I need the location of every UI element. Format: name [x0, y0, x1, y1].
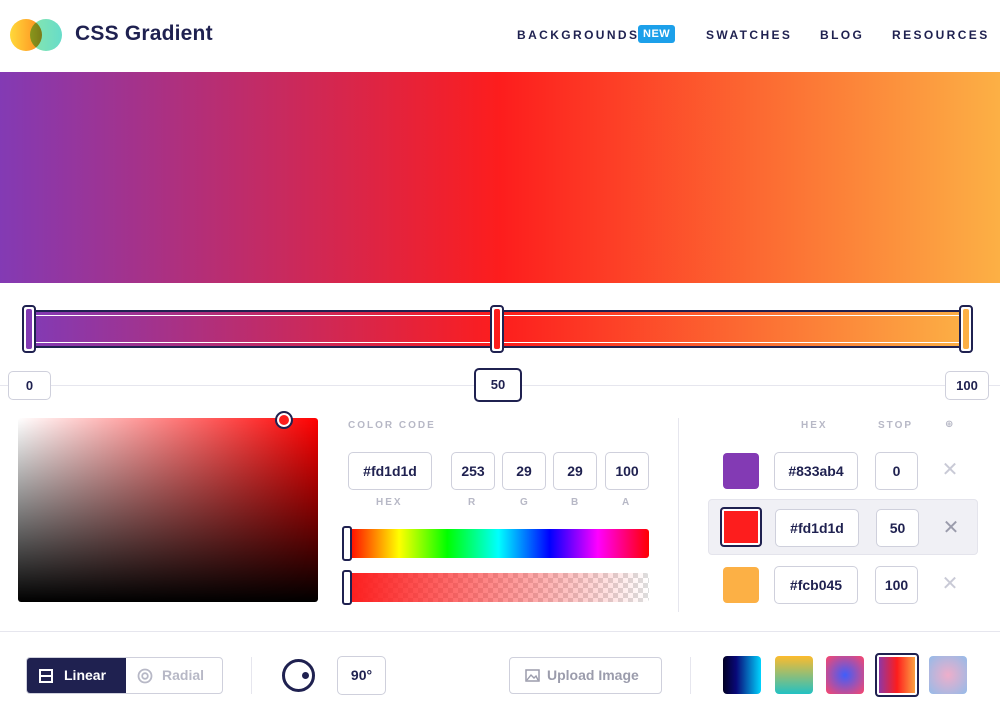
a-input[interactable]: 100 [605, 452, 649, 490]
hue-slider[interactable] [348, 529, 649, 558]
preset-gradient[interactable] [775, 656, 813, 694]
preset-gradient[interactable] [929, 656, 967, 694]
separator [251, 657, 252, 694]
new-badge: NEW [638, 25, 676, 43]
remove-stop-icon[interactable]: ✕ [940, 572, 960, 596]
stop-position-50[interactable]: 50 [474, 368, 522, 402]
g-input[interactable]: 29 [502, 452, 546, 490]
r-input[interactable]: 253 [451, 452, 495, 490]
preset-gradient[interactable] [723, 656, 761, 694]
radial-icon [137, 668, 153, 684]
remove-stop-icon[interactable]: ✕ [941, 516, 961, 540]
preset-gradient-active[interactable] [875, 653, 919, 697]
stops-hex-header: HEX [801, 420, 828, 431]
stops-stop-header: STOP [878, 420, 914, 431]
dial-dot [302, 672, 309, 679]
nav-swatches[interactable]: SWATCHES [706, 28, 792, 42]
stop-swatch[interactable] [720, 507, 762, 547]
separator [690, 657, 691, 694]
saturation-value-picker[interactable] [18, 418, 318, 602]
linear-icon [39, 669, 53, 683]
stop-hex-input[interactable]: #833ab4 [774, 452, 858, 490]
alpha-slider-handle[interactable] [342, 570, 352, 605]
nav-resources[interactable]: RESOURCES [892, 28, 990, 42]
gradient-type-toggle: Linear Radial [26, 657, 223, 694]
stop-row: #fcb045 100 ✕ [708, 556, 978, 612]
color-code-label: COLOR CODE [348, 420, 436, 431]
radial-label: Radial [162, 667, 205, 683]
linear-label: Linear [64, 667, 107, 683]
nav-blog[interactable]: BLOG [820, 28, 864, 42]
gradient-preview [0, 72, 1000, 283]
remove-stop-icon[interactable]: ✕ [940, 458, 960, 482]
stop-value-input[interactable]: 100 [875, 566, 918, 604]
stop-hex-input[interactable]: #fcb045 [774, 566, 858, 604]
angle-dial[interactable] [282, 659, 315, 692]
stop-swatch[interactable] [723, 567, 759, 603]
linear-button[interactable]: Linear [27, 658, 126, 693]
r-label: R [468, 497, 478, 508]
bottom-divider [0, 631, 1000, 632]
hue-slider-handle[interactable] [342, 526, 352, 561]
stop-hex-input[interactable]: #fd1d1d [775, 509, 859, 547]
hex-label: HEX [376, 497, 403, 508]
preset-gradient[interactable] [826, 656, 864, 694]
hex-input[interactable]: #fd1d1d [348, 452, 432, 490]
b-label: B [571, 497, 581, 508]
image-icon [525, 669, 540, 682]
stop-value-input[interactable]: 0 [875, 452, 918, 490]
g-label: G [520, 497, 530, 508]
stop-row: #833ab4 0 ✕ [708, 442, 978, 498]
logo-icon[interactable] [10, 19, 64, 51]
upload-image-button[interactable]: Upload Image [509, 657, 662, 694]
panel-divider [678, 418, 679, 612]
stop-handle-0[interactable] [22, 305, 36, 353]
stop-handle-100[interactable] [959, 305, 973, 353]
color-picker-handle[interactable] [275, 411, 293, 429]
alpha-slider[interactable] [348, 573, 649, 602]
radial-button[interactable]: Radial [126, 658, 222, 693]
stop-handle-50[interactable] [490, 305, 504, 353]
stop-swatch[interactable] [723, 453, 759, 489]
stop-row-active: #fd1d1d 50 ✕ [708, 499, 978, 555]
brand-title[interactable]: CSS Gradient [75, 22, 213, 46]
header: CSS Gradient BACKGROUNDS NEW SWATCHES BL… [0, 0, 1000, 72]
stop-value-input[interactable]: 50 [876, 509, 919, 547]
b-input[interactable]: 29 [553, 452, 597, 490]
angle-input[interactable]: 90° [337, 656, 386, 695]
upload-image-label: Upload Image [547, 667, 639, 683]
stop-position-0[interactable]: 0 [8, 371, 51, 400]
stop-position-100[interactable]: 100 [945, 371, 989, 400]
add-stop-icon[interactable]: ⊕ [945, 419, 953, 430]
a-label: A [622, 497, 632, 508]
nav-backgrounds[interactable]: BACKGROUNDS [517, 28, 639, 42]
